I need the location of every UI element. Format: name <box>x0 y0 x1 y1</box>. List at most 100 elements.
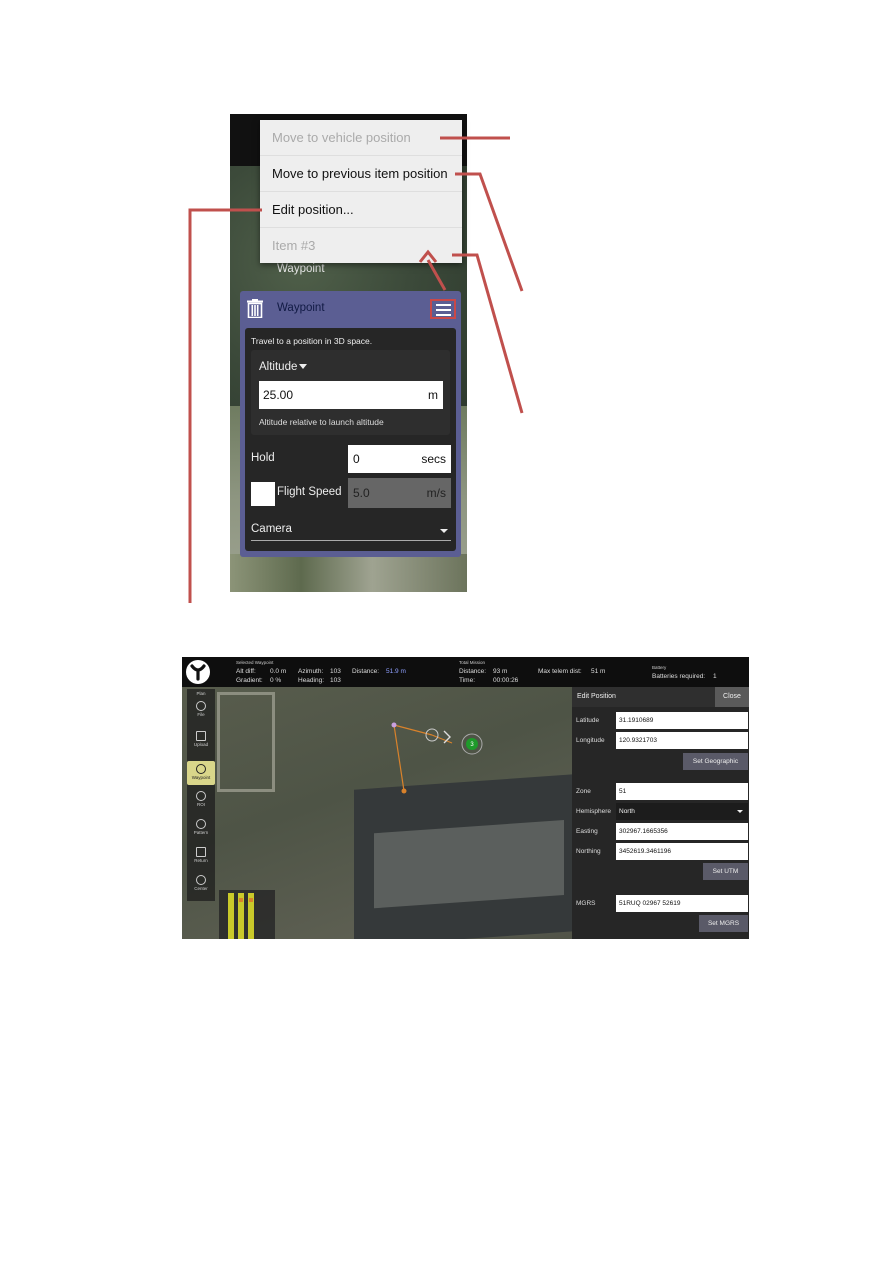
caret-down-icon <box>737 810 743 813</box>
latitude-input[interactable]: 31.1910689 <box>616 712 748 729</box>
altitude-value: 25.00 <box>263 388 294 402</box>
waypoint-marker-2 <box>401 788 407 794</box>
context-menu: Move to vehicle position Move to previou… <box>260 120 462 263</box>
toolbar-return-label: Return <box>194 858 208 863</box>
distance-label: Distance: <box>352 668 380 675</box>
toolbar-roi[interactable]: ROI <box>187 791 215 807</box>
zone-input[interactable]: 51 <box>616 783 748 800</box>
batteries-required-value: 1 <box>713 673 717 680</box>
terrain-altitude-gauge <box>219 890 275 939</box>
toolbar-center[interactable]: Center <box>187 875 215 891</box>
gradient-value: 0 % <box>270 677 282 684</box>
toolbar-upload-label: Upload <box>193 742 209 747</box>
altitude-label: Altitude <box>259 361 298 373</box>
total-mission-heading: Total Mission <box>459 660 486 665</box>
path-segment <box>393 724 405 792</box>
roi-icon <box>196 791 206 801</box>
edit-position-panel: Edit Position Close Latitude 31.1910689 … <box>572 687 749 939</box>
battery-heading: Battery <box>652 665 667 670</box>
mission-item-label: Waypoint <box>277 263 325 275</box>
max-telem-label: Max telem dist: <box>538 668 582 675</box>
gauge-marker <box>249 898 253 902</box>
mission-distance-label: Distance: <box>459 668 487 675</box>
return-icon <box>196 847 206 857</box>
menu-item-move-to-vehicle[interactable]: Move to vehicle position <box>260 120 462 156</box>
toolbar-return[interactable]: Return <box>187 847 215 863</box>
toolbar-file-label: File <box>197 712 205 717</box>
set-utm-button[interactable]: Set UTM <box>703 863 748 880</box>
flight-speed-label: Flight Speed <box>277 486 342 498</box>
menu-item-edit-position[interactable]: Edit position... <box>260 192 462 228</box>
mission-time-value: 00:00:26 <box>493 677 519 684</box>
toolbar-file[interactable]: File <box>187 701 215 717</box>
altitude-mode-dropdown[interactable]: Altitude <box>259 361 308 373</box>
app-logo-icon[interactable] <box>186 660 210 684</box>
mission-distance-value: 93 m <box>493 668 508 675</box>
gauge-bar <box>238 893 244 939</box>
azimuth-label: Azimuth: <box>298 668 324 675</box>
toolbar-upload[interactable]: Upload <box>187 731 215 747</box>
camera-divider <box>251 540 451 541</box>
altitude-help: Altitude relative to launch altitude <box>259 417 384 427</box>
gauge-bar <box>248 893 254 939</box>
pattern-icon <box>196 819 206 829</box>
hold-input[interactable]: 0 secs <box>348 445 451 473</box>
easting-input[interactable]: 302967.1665356 <box>616 823 748 840</box>
hamburger-menu-button[interactable] <box>430 299 456 319</box>
toolbar-pattern[interactable]: Pattern <box>187 819 215 835</box>
toolbar-plan[interactable]: Plan <box>187 691 215 696</box>
flight-speed-value: 5.0 <box>353 486 370 500</box>
hold-value: 0 <box>353 452 360 466</box>
hold-label: Hold <box>251 452 275 464</box>
menu-item-item-number: Item #3 <box>272 238 316 253</box>
mgrs-input[interactable]: 51RUQ 02967 52619 <box>616 895 748 912</box>
caret-down-icon <box>299 364 308 370</box>
longitude-label: Longitude <box>576 737 605 744</box>
altitude-unit: m <box>428 388 438 402</box>
toolbar-pattern-label: Pattern <box>193 830 209 835</box>
waypoint-marker-1 <box>391 722 397 728</box>
waypoint-description: Travel to a position in 3D space. <box>251 336 373 346</box>
center-icon <box>196 875 206 885</box>
mission-time-label: Time: <box>459 677 476 684</box>
selected-waypoint-heading: Selected Waypoint <box>236 660 274 665</box>
set-geographic-button[interactable]: Set Geographic <box>683 753 748 770</box>
hemisphere-value: North <box>619 808 635 815</box>
altitude-section: Altitude 25.00 m Altitude relative to la… <box>251 350 450 435</box>
alt-diff-value: 0.0 m <box>270 668 287 675</box>
waypoint-body: Travel to a position in 3D space. Altitu… <box>245 328 456 551</box>
camera-section-toggle[interactable]: Camera <box>251 523 292 535</box>
tablet-top-bar: Selected Waypoint Alt diff: 0.0 m Gradie… <box>182 657 749 687</box>
set-mgrs-button[interactable]: Set MGRS <box>699 915 748 932</box>
altitude-input[interactable]: 25.00 m <box>259 381 443 409</box>
toolbar-waypoint[interactable]: Waypoint <box>187 761 215 785</box>
gradient-label: Gradient: <box>236 677 263 684</box>
upload-icon <box>196 731 206 741</box>
satellite-map-lower <box>230 554 467 592</box>
heading-value: 103 <box>330 677 341 684</box>
zone-label: Zone <box>576 788 591 795</box>
flight-speed-checkbox[interactable] <box>251 482 275 506</box>
northing-label: Northing <box>576 848 601 855</box>
waypoint-title: Waypoint <box>277 302 325 314</box>
flight-speed-unit: m/s <box>426 486 446 500</box>
hemisphere-select[interactable]: North <box>616 803 748 820</box>
tablet-screenshot: 3 Selected Waypoint Alt diff: 0.0 m Grad… <box>182 657 749 939</box>
toolbar-plan-label: Plan <box>196 691 206 696</box>
trash-icon[interactable] <box>247 299 263 318</box>
waypoint-panel: Waypoint Travel to a position in 3D spac… <box>240 291 461 557</box>
edit-position-header: Edit Position Close <box>572 687 749 707</box>
alt-diff-label: Alt diff: <box>236 668 256 675</box>
close-button[interactable]: Close <box>715 687 749 707</box>
menu-item-move-to-previous[interactable]: Move to previous item position <box>260 156 462 192</box>
toolbar-roi-label: ROI <box>196 802 205 807</box>
hold-unit: secs <box>421 452 446 466</box>
longitude-input[interactable]: 120.9321703 <box>616 732 748 749</box>
easting-label: Easting <box>576 828 598 835</box>
edit-position-title: Edit Position <box>577 693 616 700</box>
latitude-label: Latitude <box>576 717 600 724</box>
distance-value: 51.9 m <box>386 668 406 675</box>
northing-input[interactable]: 3452619.3461196 <box>616 843 748 860</box>
flight-speed-input[interactable]: 5.0 m/s <box>348 478 451 508</box>
toolbar-center-label: Center <box>194 886 208 891</box>
